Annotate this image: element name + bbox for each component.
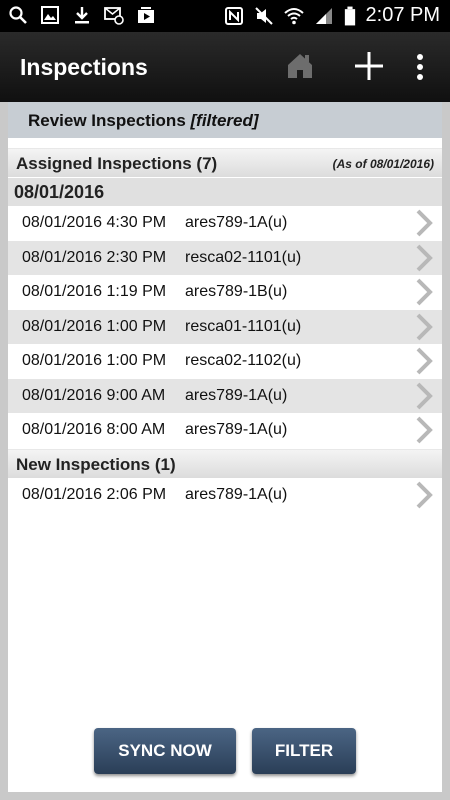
inspection-id: ares789-1B(u) — [185, 283, 288, 300]
inspection-datetime: 08/01/2016 9:00 AM — [22, 386, 166, 404]
inspection-id: ares789-1A(u) — [185, 386, 288, 404]
inspection-id: ares789-1A(u) — [185, 421, 288, 438]
inspection-id: ares789-1A(u) — [185, 214, 288, 231]
wifi-icon — [283, 7, 304, 24]
date-group-label: 08/01/2016 — [14, 182, 105, 202]
chevron-right-icon[interactable] — [413, 416, 435, 444]
chevron-right-icon[interactable] — [413, 347, 435, 375]
chevron-right-icon[interactable] — [413, 244, 435, 272]
review-header: Review Inspections [filtered] — [8, 102, 442, 138]
inspection-datetime: 08/01/2016 2:06 PM — [22, 486, 167, 503]
chevron-right-icon[interactable] — [413, 313, 435, 341]
media-icon — [138, 7, 154, 23]
inspection-datetime: 08/01/2016 1:00 PM — [22, 352, 167, 369]
add-icon[interactable] — [352, 49, 386, 83]
inspection-datetime: 08/01/2016 1:00 PM — [22, 317, 167, 335]
action-bar: Inspections — [0, 32, 450, 102]
signal-icon — [315, 7, 332, 24]
filter-note: [filtered] — [190, 111, 259, 130]
inspection-row[interactable]: 08/01/2016 1:00 PM resca02-1102(u) — [8, 344, 442, 379]
chevron-right-icon[interactable] — [413, 278, 435, 306]
search-icon — [9, 6, 27, 24]
as-of-date: (As of 08/01/2016) — [332, 157, 434, 171]
new-title: New Inspections (1) — [16, 455, 176, 474]
inspection-row[interactable]: 08/01/2016 1:00 PM resca01-1101(u) — [8, 309, 442, 344]
page-title: Inspections — [20, 54, 148, 80]
home-icon[interactable] — [284, 50, 316, 82]
new-section-header: New Inspections (1) — [8, 449, 442, 478]
clock: 2:07 PM — [365, 4, 440, 26]
image-icon — [41, 6, 59, 24]
download-icon — [75, 7, 89, 24]
inspection-datetime: 08/01/2016 1:19 PM — [22, 283, 167, 300]
assigned-title: Assigned Inspections (7) — [16, 154, 218, 173]
mute-icon — [254, 6, 273, 25]
inspection-row[interactable]: 08/01/2016 1:19 PM ares789-1B(u) — [8, 275, 442, 310]
inspection-id: ares789-1A(u) — [185, 486, 288, 503]
chevron-right-icon[interactable] — [413, 481, 435, 509]
inspection-row[interactable]: 08/01/2016 2:06 PM ares789-1A(u) — [8, 478, 442, 513]
inspections-panel: Review Inspections [filtered] Assigned I… — [8, 102, 442, 792]
inspection-datetime: 08/01/2016 4:30 PM — [22, 214, 167, 231]
inspection-datetime: 08/01/2016 8:00 AM — [22, 421, 166, 438]
date-group-header: 08/01/2016 — [8, 178, 442, 206]
inspection-datetime: 08/01/2016 2:30 PM — [22, 248, 167, 266]
chevron-right-icon[interactable] — [413, 382, 435, 410]
inspection-row[interactable]: 08/01/2016 9:00 AM ares789-1A(u) — [8, 378, 442, 413]
filter-button[interactable]: FILTER — [252, 728, 356, 774]
nfc-icon — [224, 6, 243, 25]
email-sync-icon — [104, 7, 124, 25]
inspection-row[interactable]: 08/01/2016 8:00 AM ares789-1A(u) — [8, 413, 442, 448]
inspection-row[interactable]: 08/01/2016 4:30 PM ares789-1A(u) — [8, 206, 442, 241]
inspection-row[interactable]: 08/01/2016 2:30 PM resca02-1101(u) — [8, 240, 442, 275]
battery-icon — [344, 6, 355, 25]
status-bar: 2:07 PM — [0, 0, 450, 32]
more-vert-icon[interactable] — [410, 52, 430, 82]
assigned-section-header: Assigned Inspections (7) (As of 08/01/20… — [8, 148, 442, 177]
inspection-id: resca01-1101(u) — [185, 317, 302, 335]
inspection-id: resca02-1101(u) — [185, 248, 302, 266]
inspection-id: resca02-1102(u) — [185, 352, 302, 369]
review-title: Review Inspections [filtered] — [28, 111, 259, 130]
chevron-right-icon[interactable] — [413, 209, 435, 237]
sync-now-button[interactable]: SYNC NOW — [94, 728, 236, 774]
